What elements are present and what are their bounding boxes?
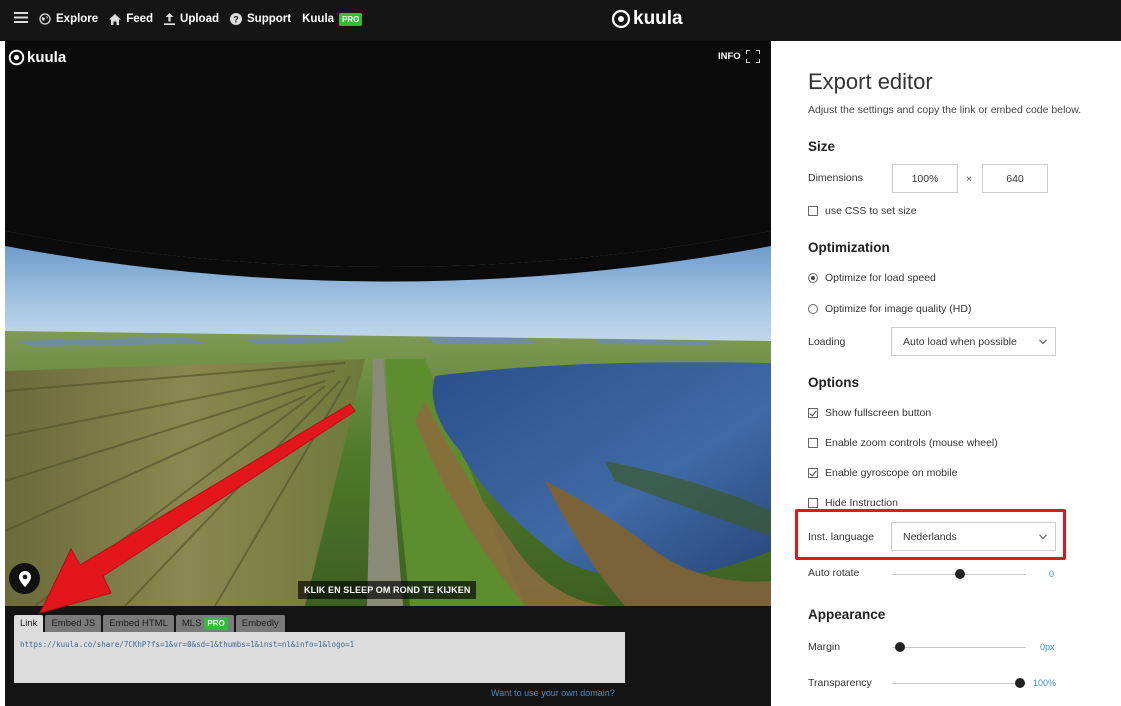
checkbox-gyroscope[interactable]: Enable gyroscope on mobile: [808, 467, 958, 479]
chevron-down-icon: [1039, 534, 1047, 540]
info-button[interactable]: INFO: [718, 50, 760, 63]
mls-pro-badge: PRO: [204, 617, 228, 630]
top-navigation-bar: Explore Feed Upload ? Support Kuula PRO …: [0, 0, 1121, 41]
nav-explore[interactable]: Explore: [39, 13, 98, 25]
globe-icon: [39, 13, 51, 25]
checkbox-box[interactable]: [808, 206, 818, 216]
svg-text:?: ?: [233, 14, 239, 24]
upload-icon: [164, 13, 176, 25]
loading-select-value: Auto load when possible: [903, 335, 1017, 348]
share-tabs: Link Embed JS Embed HTML MLS PRO Embedly: [14, 615, 285, 632]
checkbox-hide-instruction[interactable]: Hide Instruction: [808, 497, 898, 509]
menu-icon[interactable]: [14, 12, 28, 26]
language-select[interactable]: Nederlands: [891, 522, 1056, 551]
optimization-heading: Optimization: [808, 240, 890, 255]
css-size-label: use CSS to set size: [825, 205, 917, 217]
tab-link[interactable]: Link: [14, 615, 44, 632]
radio-load-speed[interactable]: Optimize for load speed: [808, 272, 936, 284]
auto-rotate-value: 0: [1049, 569, 1055, 579]
home-icon: [109, 13, 122, 25]
panorama-image[interactable]: [5, 41, 771, 606]
kuula-logo[interactable]: kuula: [611, 8, 683, 30]
tab-embed-js[interactable]: Embed JS: [45, 615, 102, 632]
nav-feed-label: Feed: [126, 13, 154, 25]
map-pin-icon: [18, 570, 31, 587]
margin-slider-knob[interactable]: [895, 642, 905, 652]
viewer-kuula-logo: kuula: [8, 49, 66, 66]
share-link-panel: Link Embed JS Embed HTML MLS PRO Embedly …: [5, 606, 771, 706]
chevron-down-icon: [1039, 339, 1047, 345]
share-url-textbox[interactable]: https://kuula.co/share/7CKhP?fs=1&vr=0&s…: [14, 632, 625, 683]
kuula-logo-icon: [611, 9, 631, 29]
viewer-brand-text: kuula: [27, 49, 67, 66]
export-editor-panel: Export editor Adjust the settings and co…: [771, 41, 1121, 706]
checkbox-gyroscope-label: Enable gyroscope on mobile: [825, 467, 958, 479]
language-label: Inst. language: [808, 531, 874, 543]
own-domain-link[interactable]: Want to use your own domain?: [491, 688, 615, 698]
location-pin-button[interactable]: [9, 563, 40, 594]
radio-image-quality[interactable]: Optimize for image quality (HD): [808, 303, 971, 315]
transparency-value: 100%: [1033, 678, 1057, 688]
auto-rotate-label: Auto rotate: [808, 567, 860, 579]
nav-support[interactable]: ? Support: [230, 13, 291, 25]
main-nav: Explore Feed Upload ? Support Kuula PRO: [14, 12, 363, 26]
dimensions-label: Dimensions: [808, 172, 863, 184]
transparency-slider-track[interactable]: [892, 683, 1026, 684]
nav-upload-label: Upload: [180, 13, 220, 25]
auto-rotate-slider-knob[interactable]: [955, 569, 965, 579]
info-label: INFO: [718, 51, 741, 62]
pro-badge: PRO: [339, 12, 363, 26]
margin-slider-track[interactable]: [892, 647, 1026, 648]
size-heading: Size: [808, 139, 836, 154]
kuula-logo-text: kuula: [633, 8, 683, 29]
account-menu[interactable]: Kuula PRO: [302, 12, 363, 26]
checkbox-box[interactable]: [808, 408, 818, 418]
tab-embedly-label: Embedly: [241, 618, 279, 629]
checkbox-box[interactable]: [808, 498, 818, 508]
checkbox-zoom[interactable]: Enable zoom controls (mouse wheel): [808, 437, 998, 449]
help-icon: ?: [230, 13, 243, 25]
nav-upload[interactable]: Upload: [164, 13, 219, 25]
checkbox-box[interactable]: [808, 468, 818, 478]
times-symbol: ×: [966, 174, 972, 185]
width-input[interactable]: 100%: [892, 164, 958, 193]
options-heading: Options: [808, 375, 859, 390]
checkbox-box[interactable]: [808, 438, 818, 448]
drag-instruction: KLIK EN SLEEP OM ROND TE KIJKEN: [298, 581, 477, 599]
tab-mls-label: MLS: [181, 618, 202, 629]
css-size-checkbox[interactable]: use CSS to set size: [808, 205, 917, 217]
tab-embed-html-label: Embed HTML: [109, 618, 168, 629]
tab-embedly[interactable]: Embedly: [235, 615, 285, 632]
checkbox-zoom-label: Enable zoom controls (mouse wheel): [825, 437, 998, 449]
transparency-slider-knob[interactable]: [1015, 678, 1025, 688]
radio-image-quality-label: Optimize for image quality (HD): [825, 303, 972, 315]
panorama-viewer[interactable]: kuula INFO KLIK EN SLEEP OM ROND TE KIJK…: [5, 41, 771, 706]
account-label: Kuula: [302, 13, 335, 25]
page-title: Export editor: [808, 69, 933, 94]
margin-label: Margin: [808, 641, 841, 653]
nav-support-label: Support: [247, 13, 292, 25]
transparency-label: Transparency: [808, 677, 872, 689]
checkbox-hide-instruction-label: Hide Instruction: [825, 497, 898, 509]
appearance-heading: Appearance: [808, 607, 886, 622]
language-select-value: Nederlands: [903, 530, 957, 543]
kuula-logo-icon: [8, 49, 25, 66]
tab-link-label: Link: [20, 618, 38, 629]
radio-load-speed-label: Optimize for load speed: [825, 272, 936, 284]
page-subtitle: Adjust the settings and copy the link or…: [808, 104, 1082, 116]
radio-button[interactable]: [808, 304, 818, 314]
loading-select[interactable]: Auto load when possible: [891, 327, 1056, 356]
tab-mls[interactable]: MLS PRO: [175, 615, 234, 632]
height-input[interactable]: 640: [982, 164, 1048, 193]
tab-embed-js-label: Embed JS: [51, 618, 96, 629]
checkbox-fullscreen-label: Show fullscreen button: [825, 407, 932, 419]
loading-label: Loading: [808, 336, 846, 348]
nav-explore-label: Explore: [56, 13, 99, 25]
checkbox-fullscreen[interactable]: Show fullscreen button: [808, 407, 931, 419]
fullscreen-icon[interactable]: [745, 50, 760, 63]
radio-button[interactable]: [808, 273, 818, 283]
nav-feed[interactable]: Feed: [109, 13, 153, 25]
margin-value: 0px: [1040, 642, 1055, 652]
tab-embed-html[interactable]: Embed HTML: [103, 615, 174, 632]
